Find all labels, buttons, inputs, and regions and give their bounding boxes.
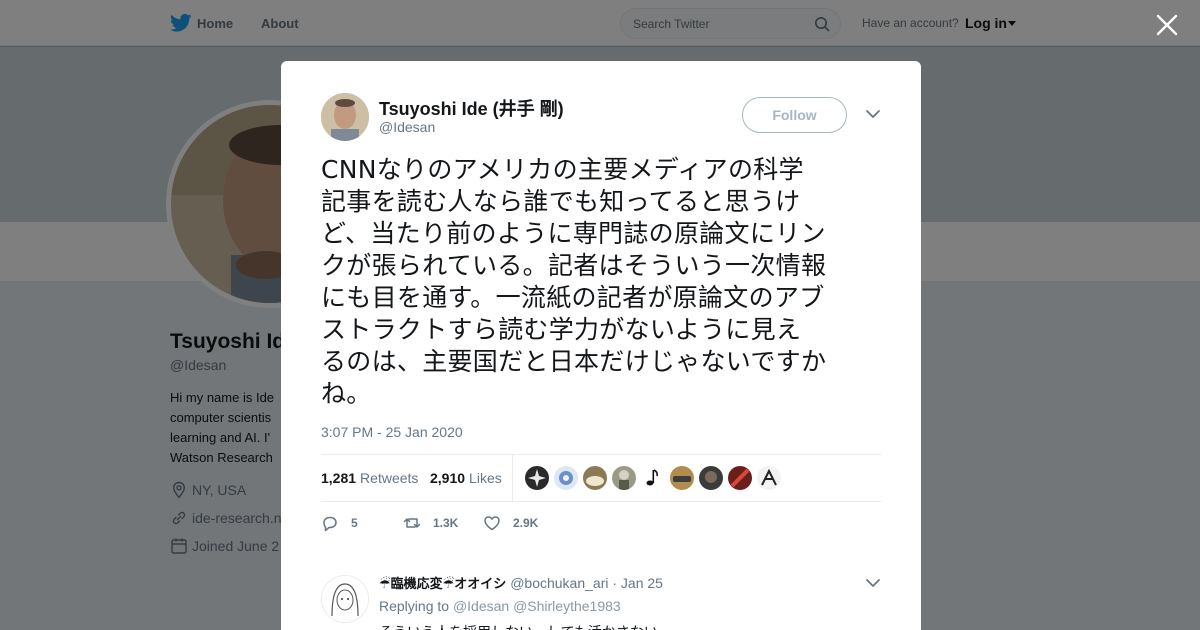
liker-avatar[interactable]	[612, 466, 636, 490]
tweet-text: CNNなりのアメリカの主要メディアの科学 記事を読む人なら誰でも知ってると思うけ…	[321, 154, 886, 410]
tweet-timestamp[interactable]: 3:07 PM - 25 Jan 2020	[321, 424, 463, 440]
retweet-icon	[403, 518, 421, 528]
reply-text: そういう人を採用しない、しても活かさない	[379, 622, 658, 630]
tweet-text-line: るのは、主要国だと日本だけじゃないですか	[321, 347, 827, 376]
tweet-text-line: 記事を読む人なら誰でも知ってると思うけ	[321, 187, 801, 216]
reply-author-avatar[interactable]	[321, 575, 369, 623]
tweet-text-line: ね。	[321, 379, 372, 408]
heart-icon	[484, 516, 500, 531]
reply-date[interactable]: · Jan 25	[612, 575, 663, 591]
liker-avatar[interactable]	[641, 466, 665, 490]
reply-icon	[323, 516, 337, 532]
author-handle[interactable]: @Idesan	[379, 119, 435, 135]
retweets-stat[interactable]: 1,281 Retweets	[321, 470, 418, 486]
liker-avatar[interactable]	[757, 466, 781, 490]
tweet-actions: 5 1.3K 2.9K	[321, 513, 881, 537]
tweet-text-line: にも目を通す。一流紙の記者が原論文のアブ	[321, 283, 825, 312]
retweet-count: 1.3K	[433, 516, 459, 530]
tweet-text-line: ど、当たり前のように専門誌の原論文にリン	[321, 219, 826, 248]
reply-header: ☔臨機応変☔オオイシ @bochukan_ari · Jan 25	[379, 573, 663, 592]
liker-avatar[interactable]	[554, 466, 578, 490]
likes-count: 2,910	[430, 470, 466, 486]
reply-count: 5	[351, 516, 358, 530]
author-name[interactable]: Tsuyoshi Ide (井手 剛)	[379, 95, 564, 121]
likes-label: Likes	[469, 470, 502, 486]
like-count: 2.9K	[513, 516, 539, 530]
retweets-count: 1,281	[321, 470, 357, 486]
tweet-stats: 1,281 Retweets 2,910 Likes	[321, 454, 881, 502]
likes-stat[interactable]: 2,910 Likes	[430, 470, 502, 486]
replying-to-link[interactable]: @Shirleythe1983	[513, 598, 621, 614]
replying-to-label: Replying to	[379, 598, 450, 614]
reply-author-handle[interactable]: @bochukan_ari	[510, 575, 608, 591]
stats-divider	[512, 455, 513, 501]
chevron-down-icon[interactable]	[865, 577, 881, 589]
reply-author-name[interactable]: ☔臨機応変☔オオイシ	[379, 577, 506, 592]
tweet-text-line: CNNなりのアメリカの主要メディアの科学	[321, 155, 804, 184]
tweet-text-line: ストラクトすら読む学力がないように見え	[321, 315, 802, 344]
reply-author-photo	[322, 576, 368, 622]
liker-avatar[interactable]	[699, 466, 723, 490]
replying-to-link[interactable]: @Idesan	[453, 598, 509, 614]
author-photo	[321, 93, 369, 141]
retweets-label: Retweets	[360, 470, 419, 486]
replying-to: Replying to @Idesan @Shirleythe1983	[379, 598, 621, 614]
tweet-text-line: クが張られている。記者はそういう一次情報	[321, 251, 827, 280]
liker-avatar[interactable]	[583, 466, 607, 490]
chevron-down-icon[interactable]	[865, 108, 881, 120]
liker-avatar[interactable]	[525, 466, 549, 490]
close-icon[interactable]	[1154, 12, 1180, 38]
liker-avatar[interactable]	[670, 466, 694, 490]
follow-button[interactable]: Follow	[742, 97, 847, 133]
liker-avatar[interactable]	[728, 466, 752, 490]
author-avatar[interactable]	[321, 93, 369, 141]
tweet-modal: Tsuyoshi Ide (井手 剛) @Idesan Follow CNNなり…	[281, 61, 921, 630]
